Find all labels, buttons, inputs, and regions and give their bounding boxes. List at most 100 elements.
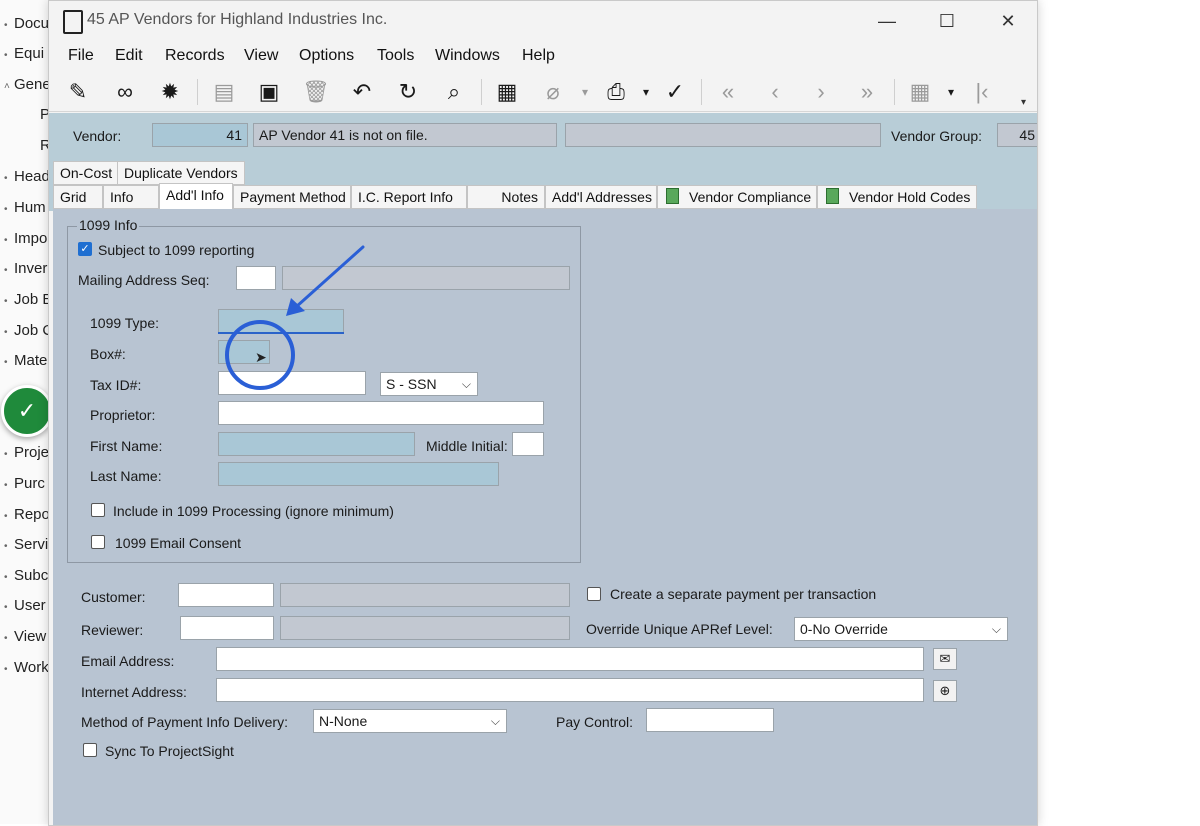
attach-dropdown-icon[interactable]: ▾: [579, 77, 591, 107]
subject-1099-label: Subject to 1099 reporting: [98, 242, 255, 258]
nav-item[interactable]: • Mate: [4, 352, 47, 369]
check-icon[interactable]: ✓: [1, 385, 53, 437]
mailing-seq-input[interactable]: [236, 266, 276, 290]
tab-on-cost[interactable]: On-Cost: [53, 161, 120, 185]
settings-burst-icon[interactable]: ✹: [155, 77, 185, 107]
tab-ic-report-info[interactable]: I.C. Report Info: [351, 185, 467, 209]
separate-payment-checkbox[interactable]: [587, 587, 601, 601]
menu-windows[interactable]: Windows: [435, 47, 500, 65]
nav-item[interactable]: • Head: [4, 168, 50, 185]
menu-help[interactable]: Help: [522, 47, 555, 65]
menu-records[interactable]: Records: [165, 47, 225, 65]
nav-item[interactable]: • View: [4, 628, 46, 645]
nav-item[interactable]: • Hum: [4, 199, 46, 216]
tab-strip: On-Cost Duplicate Vendors Grid Info Add'…: [49, 159, 1037, 211]
nav-item[interactable]: • User: [4, 597, 46, 614]
tax-id-type-select[interactable]: S - SSN ⌵: [380, 372, 478, 396]
spellcheck-icon[interactable]: ✓: [660, 77, 690, 107]
sync-projectsight-label: Sync To ProjectSight: [105, 743, 234, 759]
nav-item[interactable]: • Inver: [4, 260, 47, 277]
first-name-input[interactable]: [218, 432, 415, 456]
tab-info[interactable]: Info: [103, 185, 159, 209]
calculator-icon[interactable]: ▦: [492, 77, 522, 107]
nav-item[interactable]: ˄ Gene: [4, 76, 51, 93]
email-consent-label: 1099 Email Consent: [115, 535, 242, 551]
vendor-header: Vendor: 41 AP Vendor 41 is not on file. …: [49, 113, 1037, 159]
new-document-icon[interactable]: ▤: [209, 77, 239, 107]
grid-settings-icon[interactable]: ▦: [905, 77, 935, 107]
nav-item[interactable]: • Servi: [4, 536, 48, 553]
delete-icon[interactable]: 🗑: [301, 77, 331, 107]
binoculars-icon[interactable]: ∞: [110, 77, 140, 107]
tab-addl-addresses[interactable]: Add'l Addresses: [545, 185, 657, 209]
middle-initial-input[interactable]: [512, 432, 544, 456]
email-address-input[interactable]: [216, 647, 924, 671]
vendor-label: Vendor:: [73, 128, 122, 144]
pay-control-input[interactable]: [646, 708, 774, 732]
tab-addl-info[interactable]: Add'l Info: [159, 183, 233, 211]
attach-icon[interactable]: ⌀: [538, 77, 568, 107]
print-icon[interactable]: ⎙: [601, 77, 631, 107]
vendor-extra-display: [565, 123, 881, 147]
menu-edit[interactable]: Edit: [115, 47, 143, 65]
maximize-icon[interactable]: ☐: [927, 7, 967, 35]
customer-input[interactable]: [178, 583, 274, 607]
menu-view[interactable]: View: [244, 47, 278, 65]
first-record-icon[interactable]: «: [713, 77, 743, 107]
nav-item[interactable]: • Docu: [4, 15, 49, 32]
toolbar: ✎ ∞ ✹ ▤ ▣ 🗑 ↶ ↻ ⌕ ▦ ⌀ ▾ ⎙ ▾ ✓ « ‹ › » ▦ …: [49, 71, 1037, 112]
proprietor-input[interactable]: [218, 401, 544, 425]
open-envelope-icon[interactable]: ✉: [933, 648, 957, 670]
last-name-input[interactable]: [218, 462, 499, 486]
sync-projectsight-checkbox[interactable]: [83, 743, 97, 757]
print-dropdown-icon[interactable]: ▾: [640, 77, 652, 107]
globe-icon[interactable]: ⊕: [933, 680, 957, 702]
nav-item[interactable]: • Purc: [4, 475, 45, 492]
nav-item[interactable]: • Impo: [4, 230, 47, 247]
edit-note-icon[interactable]: ✎: [63, 77, 93, 107]
last-name-label: Last Name:: [90, 468, 162, 484]
subject-1099-checkbox[interactable]: ✓: [78, 242, 92, 256]
menu-tools[interactable]: Tools: [377, 47, 414, 65]
tab-vendor-compliance[interactable]: Vendor Compliance: [657, 185, 817, 209]
vendor-number-input[interactable]: 41: [152, 123, 248, 147]
grid-settings-dropdown-icon[interactable]: ▾: [945, 77, 957, 107]
reviewer-input[interactable]: [180, 616, 274, 640]
separate-payment-label: Create a separate payment per transactio…: [610, 586, 877, 602]
include-1099-checkbox[interactable]: [91, 503, 105, 517]
tax-id-label: Tax ID#:: [90, 377, 142, 393]
save-icon[interactable]: ▣: [254, 77, 284, 107]
menu-options[interactable]: Options: [299, 47, 354, 65]
collapse-left-icon[interactable]: |‹: [967, 77, 997, 107]
minimize-icon[interactable]: —: [867, 7, 907, 35]
email-consent-checkbox[interactable]: [91, 535, 105, 549]
tab-vendor-hold-codes[interactable]: Vendor Hold Codes: [817, 185, 977, 209]
tab-notes[interactable]: Notes: [467, 185, 545, 209]
customer-description: [280, 583, 570, 607]
delivery-method-select[interactable]: N-None ⌵: [313, 709, 507, 733]
nav-item[interactable]: • Proje: [4, 444, 49, 461]
vendor-group-label: Vendor Group:: [891, 128, 983, 144]
nav-item[interactable]: • Job E: [4, 291, 52, 308]
tab-payment-method[interactable]: Payment Method: [233, 185, 351, 209]
override-apref-select[interactable]: 0-No Override ⌵: [794, 617, 1008, 641]
menu-file[interactable]: File: [68, 47, 94, 65]
nav-item[interactable]: • Repo: [4, 506, 50, 523]
addl-info-panel: 1099 Info ✓ Subject to 1099 reporting Ma…: [53, 209, 1037, 825]
toolbar-overflow-icon[interactable]: ▾: [1021, 97, 1033, 109]
nav-item[interactable]: • Job C: [4, 322, 53, 339]
nav-item[interactable]: • Equi: [4, 45, 44, 62]
tab-grid[interactable]: Grid: [53, 185, 103, 209]
last-record-icon[interactable]: »: [852, 77, 882, 107]
previous-record-icon[interactable]: ‹: [760, 77, 790, 107]
nav-item[interactable]: • Subc: [4, 567, 48, 584]
next-record-icon[interactable]: ›: [806, 77, 836, 107]
search-icon[interactable]: ⌕: [439, 77, 469, 107]
tab-duplicate-vendors[interactable]: Duplicate Vendors: [117, 161, 245, 185]
nav-item[interactable]: • Work: [4, 659, 49, 676]
include-1099-label: Include in 1099 Processing (ignore minim…: [113, 503, 394, 519]
undo-icon[interactable]: ↶: [347, 77, 377, 107]
refresh-icon[interactable]: ↻: [393, 77, 423, 107]
internet-address-input[interactable]: [216, 678, 924, 702]
close-icon[interactable]: ✕: [988, 7, 1028, 35]
